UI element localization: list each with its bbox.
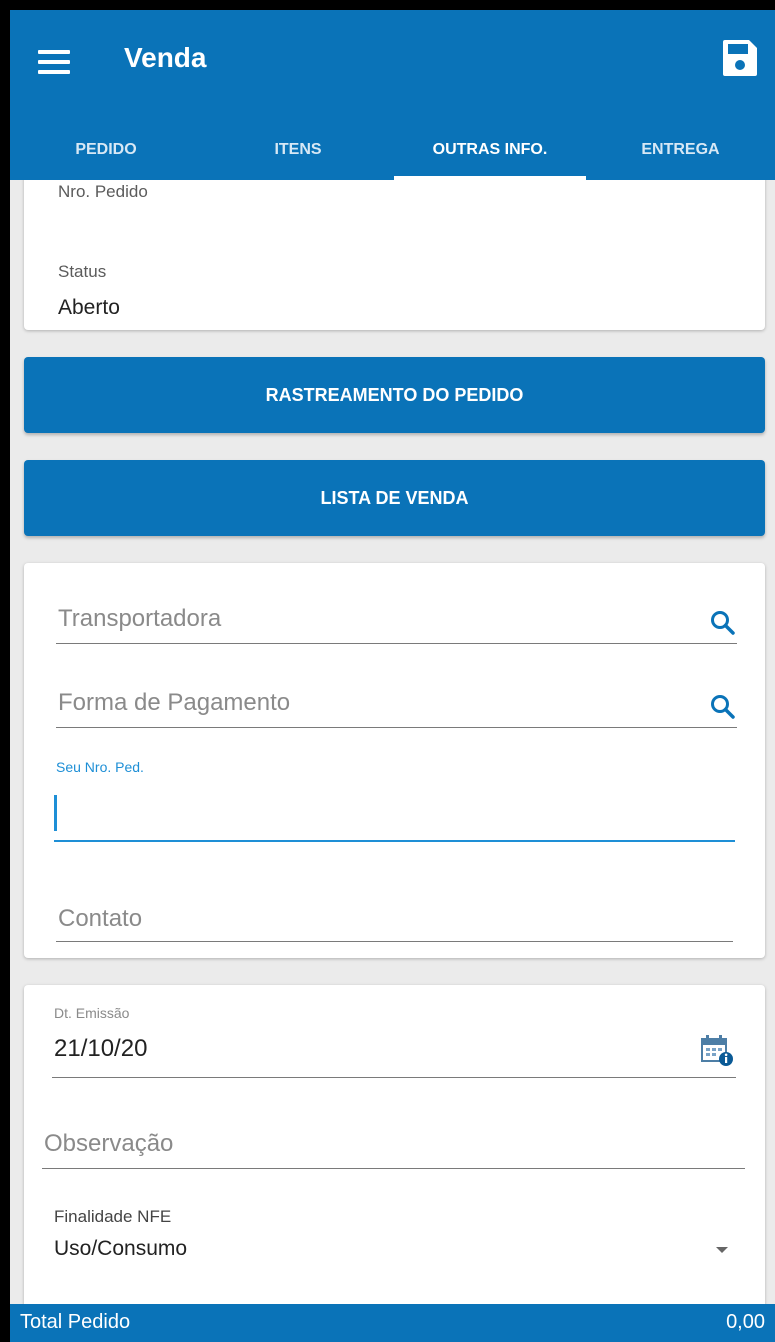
seu-nro-ped-field[interactable]: Seu Nro. Ped.	[54, 753, 735, 842]
dt-emissao-field[interactable]: Dt. Emissão 21/10/20	[52, 1005, 736, 1078]
tab-label: OUTRAS INFO.	[432, 141, 548, 158]
tab-itens[interactable]: ITENS	[202, 120, 394, 180]
tab-label: ENTREGA	[641, 141, 720, 158]
tab-pedido[interactable]: PEDIDO	[10, 120, 202, 180]
finalidade-nfe-value: Uso/Consumo	[54, 1237, 188, 1260]
tab-outras-info[interactable]: OUTRAS INFO.	[394, 120, 586, 180]
sales-list-button[interactable]: LISTA DE VENDA	[24, 460, 765, 536]
order-tracking-button[interactable]: RASTREAMENTO DO PEDIDO	[24, 357, 765, 433]
seu-nro-ped-label: Seu Nro. Ped.	[56, 759, 144, 775]
additional-info-card: Transportadora Forma de Pagamento Seu Nr…	[24, 563, 765, 958]
transportadora-placeholder: Transportadora	[58, 605, 222, 632]
total-pedido-label: Total Pedido	[20, 1311, 131, 1333]
transportadora-field[interactable]: Transportadora	[56, 593, 737, 644]
floppy-disk-icon[interactable]	[721, 38, 759, 78]
tab-label: PEDIDO	[75, 141, 137, 158]
hamburger-menu-icon[interactable]	[38, 50, 72, 74]
contato-field[interactable]: Contato	[56, 897, 733, 942]
order-info-card: Nro. Pedido Status Aberto	[24, 160, 765, 330]
app-frame: Venda PEDIDO ITENS OUTRAS INFO. ENTREGA …	[10, 10, 775, 1342]
tab-label: ITENS	[274, 141, 322, 158]
tab-entrega[interactable]: ENTREGA	[586, 120, 775, 180]
dropdown-arrow-icon[interactable]	[716, 1247, 728, 1253]
forma-pagamento-placeholder: Forma de Pagamento	[58, 689, 291, 716]
finalidade-nfe-label: Finalidade NFE	[54, 1207, 172, 1226]
details-card: Dt. Emissão 21/10/20 Observação Finalida	[24, 985, 765, 1315]
nro-pedido-label: Nro. Pedido	[58, 182, 148, 201]
forma-pagamento-field[interactable]: Forma de Pagamento	[56, 677, 737, 728]
total-footer: Total Pedido 0,00	[10, 1304, 775, 1342]
status-value: Aberto	[58, 296, 120, 319]
text-caret	[54, 795, 57, 831]
app-bar: Venda PEDIDO ITENS OUTRAS INFO. ENTREGA	[10, 10, 775, 180]
status-label: Status	[58, 262, 107, 281]
page-title: Venda	[124, 42, 207, 73]
finalidade-nfe-select[interactable]: Finalidade NFE Uso/Consumo	[52, 1195, 736, 1275]
observacao-placeholder: Observação	[44, 1130, 174, 1157]
tab-bar: PEDIDO ITENS OUTRAS INFO. ENTREGA	[10, 120, 775, 180]
calendar-info-icon[interactable]	[700, 1033, 734, 1067]
dt-emissao-value: 21/10/20	[54, 1035, 148, 1062]
total-pedido-value: 0,00	[726, 1311, 765, 1333]
contato-placeholder: Contato	[58, 905, 143, 932]
dt-emissao-label: Dt. Emissão	[54, 1005, 130, 1021]
search-icon[interactable]	[709, 609, 737, 637]
observacao-field[interactable]: Observação	[42, 1120, 745, 1169]
search-icon[interactable]	[709, 693, 737, 721]
